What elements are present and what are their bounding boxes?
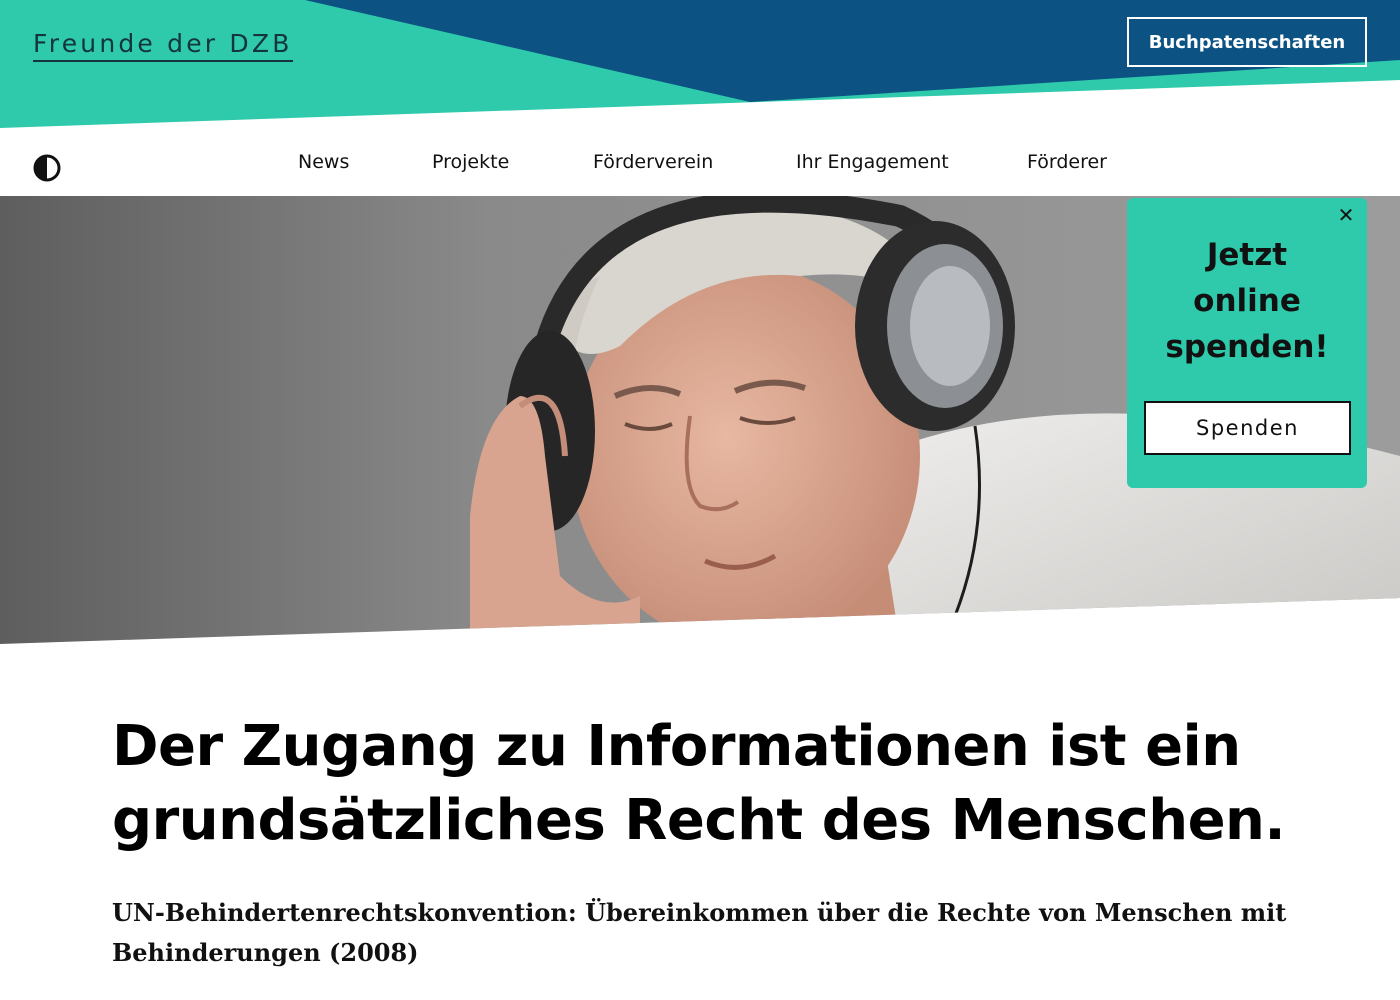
main-navigation: News Projekte Förderverein Ihr Engagemen… [0,143,1400,185]
nav-item-projekte[interactable]: Projekte [432,151,509,173]
donate-title: Jetzt online spenden! [1165,237,1329,365]
quote-source: UN-Behindertenrechtskonvention: Übereink… [112,898,1287,967]
nav-item-foerderverein[interactable]: Förderverein [593,151,713,173]
spenden-button[interactable]: Spenden [1144,401,1351,455]
donate-popup: ✕ Jetzt online spenden! Spenden [1127,198,1367,488]
buchpatenschaften-button[interactable]: Buchpatenschaften [1127,17,1367,67]
nav-item-news[interactable]: News [298,151,349,173]
page-headline: Der Zugang zu Informationen ist ein grun… [112,714,1286,853]
nav-item-ihr-engagement[interactable]: Ihr Engagement [796,151,949,173]
close-icon[interactable]: ✕ [1335,204,1357,226]
site-logo[interactable]: Freunde der DZB [33,30,293,62]
nav-item-foerderer[interactable]: Förderer [1027,151,1107,173]
